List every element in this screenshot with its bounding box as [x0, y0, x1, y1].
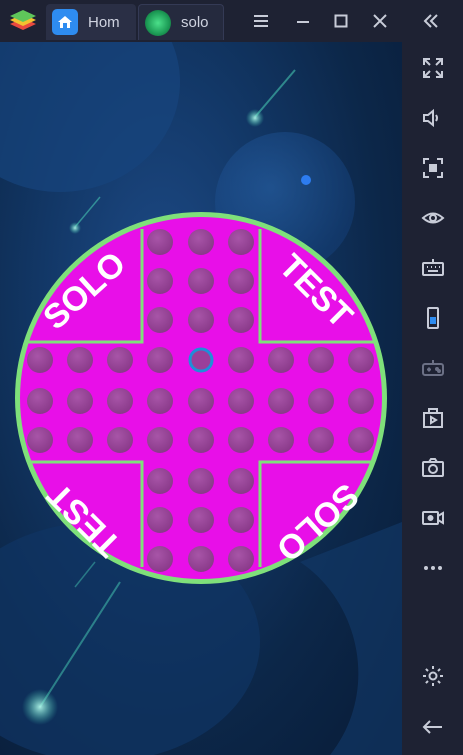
- peg[interactable]: [147, 546, 173, 572]
- settings-button[interactable]: [418, 661, 448, 691]
- peg[interactable]: [107, 427, 133, 453]
- keyboard-button[interactable]: [418, 253, 448, 283]
- peg[interactable]: [268, 427, 294, 453]
- apk-install-icon: [423, 408, 443, 428]
- collapse-sidebar-icon: [423, 14, 438, 28]
- collapse-sidebar-button[interactable]: [418, 8, 444, 34]
- screenshot-region-icon: [423, 158, 443, 178]
- peg[interactable]: [147, 268, 173, 294]
- close-button[interactable]: [367, 8, 393, 34]
- peg[interactable]: [188, 268, 214, 294]
- peg[interactable]: [147, 229, 173, 255]
- peg[interactable]: [67, 347, 93, 373]
- peg[interactable]: [27, 427, 53, 453]
- fullscreen-icon: [423, 58, 443, 78]
- title-bar: Hom solo: [0, 0, 463, 42]
- screenshot-region-button[interactable]: [418, 153, 448, 183]
- menu-icon: [254, 15, 268, 27]
- peg[interactable]: [147, 388, 173, 414]
- planet-shape: [0, 42, 180, 192]
- tab-home-label: Hom: [88, 13, 120, 31]
- peg[interactable]: [228, 347, 254, 373]
- phone-rotate-button[interactable]: [418, 303, 448, 333]
- peg[interactable]: [67, 388, 93, 414]
- home-icon: [52, 9, 78, 35]
- peg[interactable]: [107, 388, 133, 414]
- peg[interactable]: [188, 307, 214, 333]
- peg[interactable]: [228, 427, 254, 453]
- fullscreen-button[interactable]: [418, 53, 448, 83]
- peg[interactable]: [348, 388, 374, 414]
- peg[interactable]: [348, 427, 374, 453]
- peg[interactable]: [147, 347, 173, 373]
- peg[interactable]: [147, 427, 173, 453]
- small-planet-dot: [301, 175, 311, 185]
- peg[interactable]: [228, 268, 254, 294]
- peg[interactable]: [188, 388, 214, 414]
- peg[interactable]: [228, 307, 254, 333]
- back-button[interactable]: [418, 712, 448, 742]
- peg-solitaire-board: SOLO TEST TEST SOLO: [15, 212, 387, 584]
- phone-rotate-icon: [427, 307, 439, 329]
- record-icon: [422, 511, 444, 525]
- volume-icon: [423, 108, 438, 128]
- peg[interactable]: [188, 427, 214, 453]
- maximize-button[interactable]: [328, 8, 354, 34]
- peg[interactable]: [268, 388, 294, 414]
- peg[interactable]: [228, 468, 254, 494]
- peg[interactable]: [27, 388, 53, 414]
- more-button[interactable]: [418, 553, 448, 583]
- peg[interactable]: [348, 347, 374, 373]
- gamepad-icon: [422, 360, 444, 376]
- minimize-icon: [297, 21, 309, 23]
- peg[interactable]: [268, 347, 294, 373]
- gamepad-button[interactable]: [418, 353, 448, 383]
- camera-button[interactable]: [418, 453, 448, 483]
- maximize-icon: [334, 14, 348, 28]
- peg[interactable]: [147, 307, 173, 333]
- record-button[interactable]: [418, 503, 448, 533]
- volume-button[interactable]: [418, 103, 448, 133]
- minimize-button[interactable]: [290, 8, 316, 34]
- close-icon: [373, 14, 387, 28]
- peg[interactable]: [188, 468, 214, 494]
- camera-icon: [422, 458, 444, 477]
- keyboard-icon: [422, 259, 444, 276]
- settings-icon: [423, 666, 443, 686]
- eye-button[interactable]: [418, 203, 448, 233]
- peg[interactable]: [228, 546, 254, 572]
- peg[interactable]: [107, 347, 133, 373]
- game-scene: SOLO TEST TEST SOLO: [0, 42, 402, 755]
- peg[interactable]: [188, 546, 214, 572]
- peg[interactable]: [308, 347, 334, 373]
- peg[interactable]: [27, 347, 53, 373]
- game-ball-icon: [145, 9, 171, 36]
- game-viewport[interactable]: SOLO TEST TEST SOLO: [0, 42, 402, 755]
- peg[interactable]: [188, 507, 214, 533]
- eye-icon: [421, 212, 445, 224]
- emulator-window: Hom solo SOLO TEST TEST SOLO: [0, 0, 463, 755]
- peg[interactable]: [228, 507, 254, 533]
- back-icon: [422, 720, 442, 734]
- peg[interactable]: [147, 468, 173, 494]
- tab-home[interactable]: Hom: [46, 4, 136, 40]
- peg[interactable]: [67, 427, 93, 453]
- peg[interactable]: [308, 388, 334, 414]
- peg[interactable]: [308, 427, 334, 453]
- peg[interactable]: [228, 229, 254, 255]
- bluestacks-logo-icon: [8, 8, 38, 36]
- peg[interactable]: [147, 507, 173, 533]
- empty-hole[interactable]: [188, 347, 214, 373]
- tab-solo-label: solo: [181, 14, 209, 31]
- tab-solo[interactable]: solo: [138, 4, 224, 40]
- apk-install-button[interactable]: [418, 403, 448, 433]
- menu-button[interactable]: [248, 8, 274, 34]
- planet-shape: [300, 522, 402, 755]
- side-toolbar: [402, 42, 463, 755]
- peg[interactable]: [188, 229, 214, 255]
- more-icon: [424, 566, 442, 570]
- peg[interactable]: [228, 388, 254, 414]
